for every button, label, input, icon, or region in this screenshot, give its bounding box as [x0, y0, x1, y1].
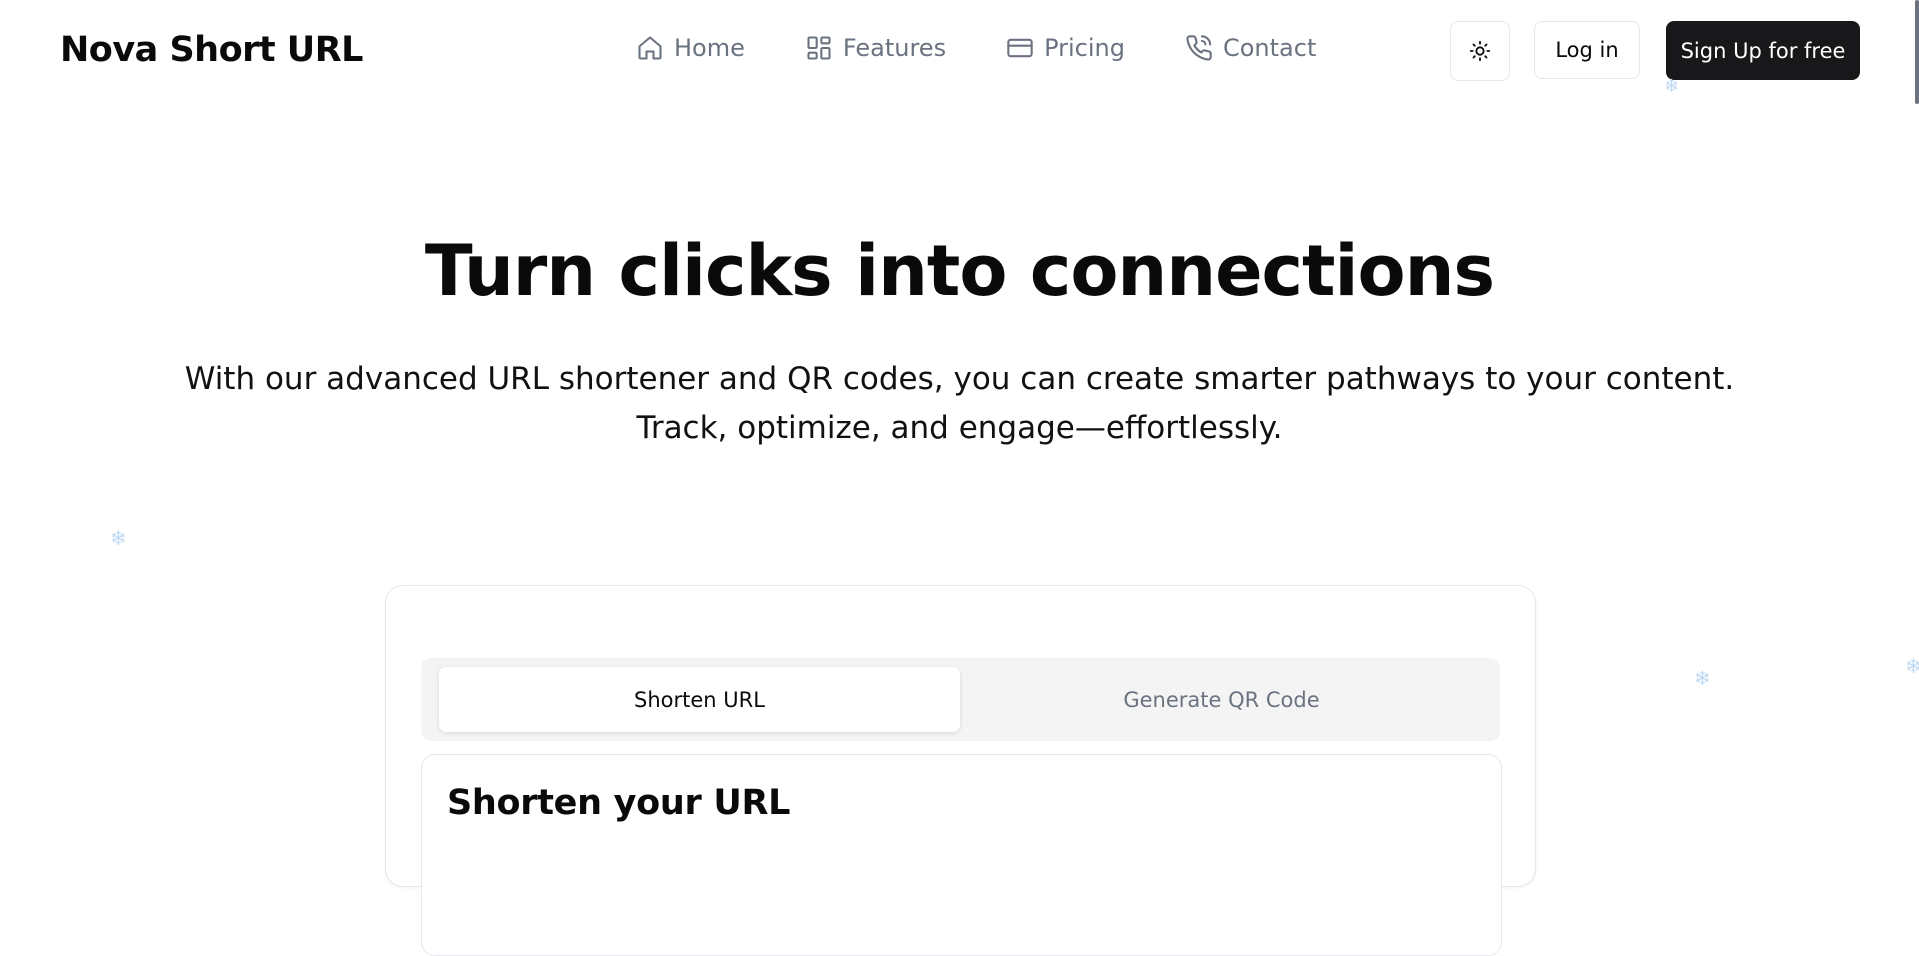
- nav-features-label: Features: [842, 34, 947, 62]
- sun-icon: [1469, 40, 1491, 62]
- nav-features-link[interactable]: Features: [805, 34, 946, 62]
- nav-contact-link[interactable]: Contact: [1185, 34, 1316, 62]
- hero-subtitle-line-1: With our advanced URL shortener and QR c…: [184, 361, 1735, 397]
- nav-home-label: Home: [674, 34, 745, 62]
- shorten-panel: Shorten your URL: [421, 754, 1502, 956]
- snowflake-icon: ❄: [1905, 654, 1919, 678]
- home-icon: [638, 36, 662, 60]
- site-header: Nova Short URL Home Features Pricing Con…: [0, 0, 1919, 105]
- theme-toggle-button[interactable]: [1450, 21, 1510, 81]
- credit-card-icon: [1007, 38, 1033, 58]
- phone-icon: [1186, 35, 1212, 61]
- nav-pricing-link[interactable]: Pricing: [1006, 34, 1125, 62]
- nav-home-link[interactable]: Home: [636, 34, 745, 62]
- hero-subtitle-line-2: Track, optimize, and engage—effortlessly…: [636, 410, 1283, 446]
- shortener-card: Shorten URL Generate QR Code Shorten you…: [385, 585, 1536, 956]
- panel-title: Shorten your URL: [447, 783, 791, 823]
- nav-contact-label: Contact: [1222, 34, 1317, 62]
- snowflake-icon: ❄: [1694, 666, 1711, 690]
- grid-icon: [807, 36, 831, 60]
- brand-logo[interactable]: Nova Short URL: [60, 30, 363, 70]
- snowflake-icon: ❄: [1664, 76, 1680, 97]
- main-nav: Home Features Pricing Contact: [636, 34, 1316, 62]
- scrollbar-thumb[interactable]: [1915, 0, 1919, 104]
- tab-shorten-url[interactable]: Shorten URL: [439, 667, 960, 732]
- hero-subtitle: With our advanced URL shortener and QR c…: [0, 355, 1919, 453]
- login-button[interactable]: Log in: [1534, 21, 1640, 79]
- tab-list: Shorten URL Generate QR Code: [421, 658, 1500, 741]
- signup-button[interactable]: Sign Up for free: [1666, 21, 1860, 80]
- hero-title: Turn clicks into connections: [424, 230, 1495, 312]
- snowflake-icon: ❄: [110, 526, 127, 550]
- nav-pricing-label: Pricing: [1044, 34, 1125, 62]
- tab-generate-qr-code[interactable]: Generate QR Code: [961, 667, 1482, 732]
